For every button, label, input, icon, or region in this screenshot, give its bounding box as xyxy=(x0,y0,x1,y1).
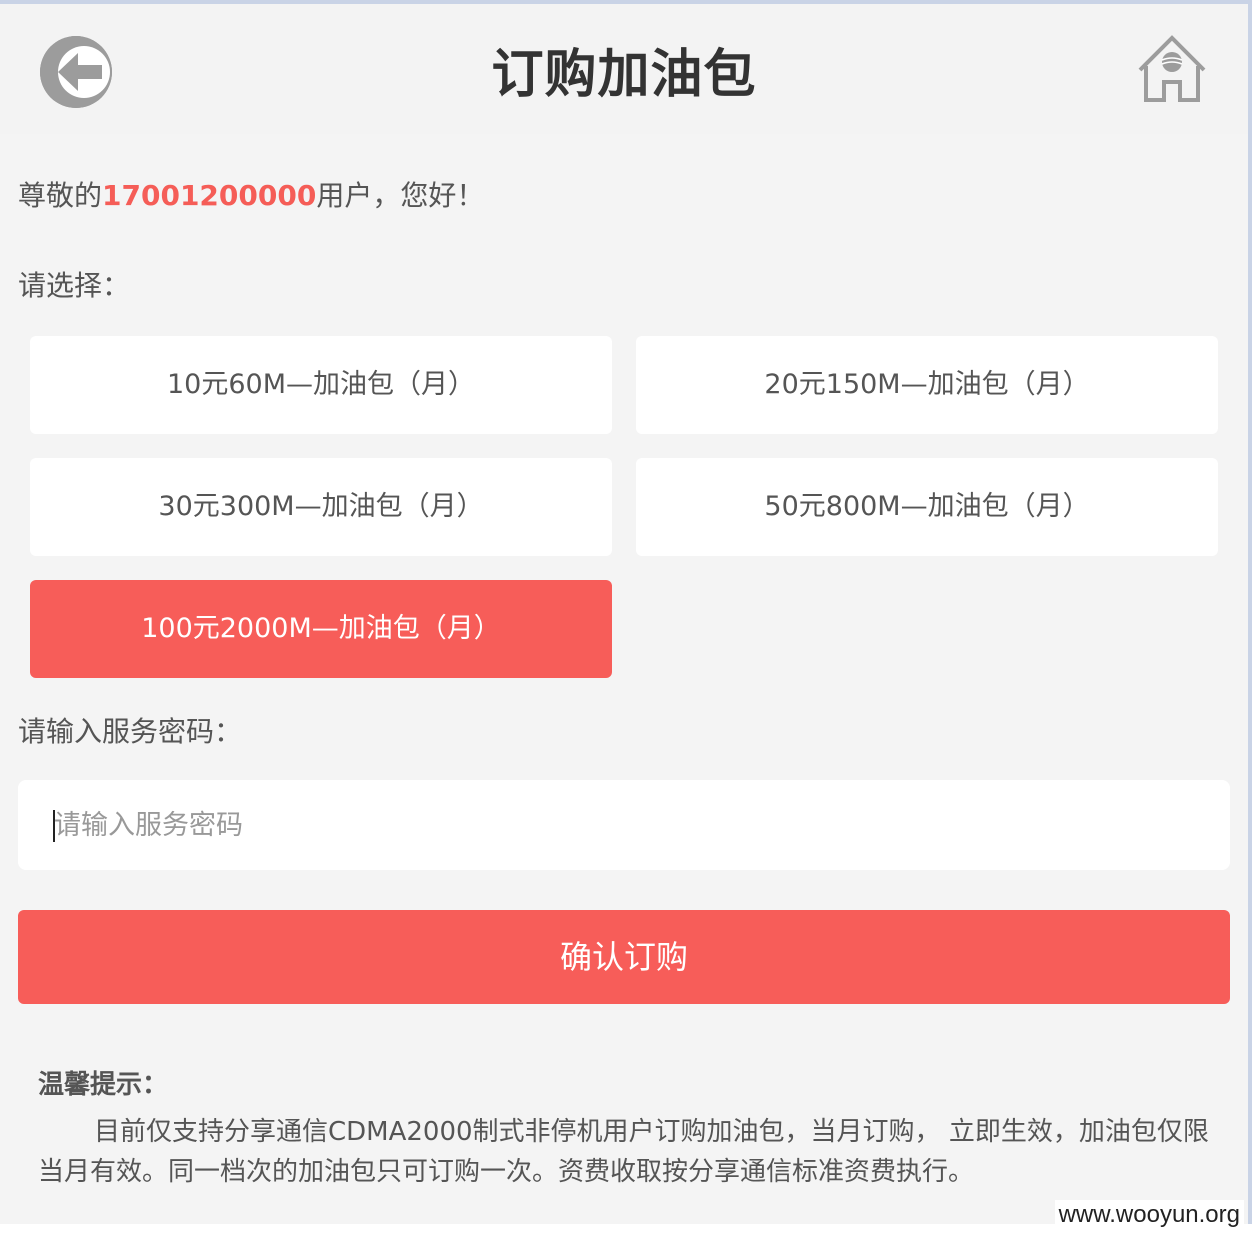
home-icon xyxy=(1138,35,1206,102)
password-label: 请输入服务密码： xyxy=(18,715,243,748)
package-option-10[interactable]: 10元60M—加油包（月） xyxy=(30,336,612,434)
watermark: www.wooyun.org xyxy=(1054,1200,1244,1230)
greeting-text: 尊敬的17001200000用户，您好！ xyxy=(18,176,484,216)
greeting-suffix: 用户，您好！ xyxy=(316,179,485,212)
package-option-50[interactable]: 50元800M—加油包（月） xyxy=(636,458,1218,556)
password-input[interactable] xyxy=(18,780,1230,870)
select-label: 请选择： xyxy=(18,269,131,302)
package-option-30[interactable]: 30元300M—加油包（月） xyxy=(30,458,612,556)
greeting-prefix: 尊敬的 xyxy=(18,179,103,212)
package-option-20[interactable]: 20元150M—加油包（月） xyxy=(636,336,1218,434)
phone-number: 17001200000 xyxy=(102,179,317,212)
window-frame-right xyxy=(1248,0,1252,1244)
text-caret xyxy=(53,810,55,842)
package-option-100[interactable]: 100元2000M—加油包（月） xyxy=(30,580,612,678)
confirm-order-button[interactable]: 确认订购 xyxy=(18,910,1230,1004)
page-title: 订购加油包 xyxy=(491,45,757,105)
tips-title: 温馨提示： xyxy=(38,1070,169,1100)
header-bar: 订购加油包 xyxy=(0,4,1248,134)
home-button[interactable] xyxy=(1136,34,1208,106)
tips-text: 目前仅支持分享通信CDMA2000制式非停机用户订购加油包，当月订购， 立即生效… xyxy=(38,1117,1209,1187)
